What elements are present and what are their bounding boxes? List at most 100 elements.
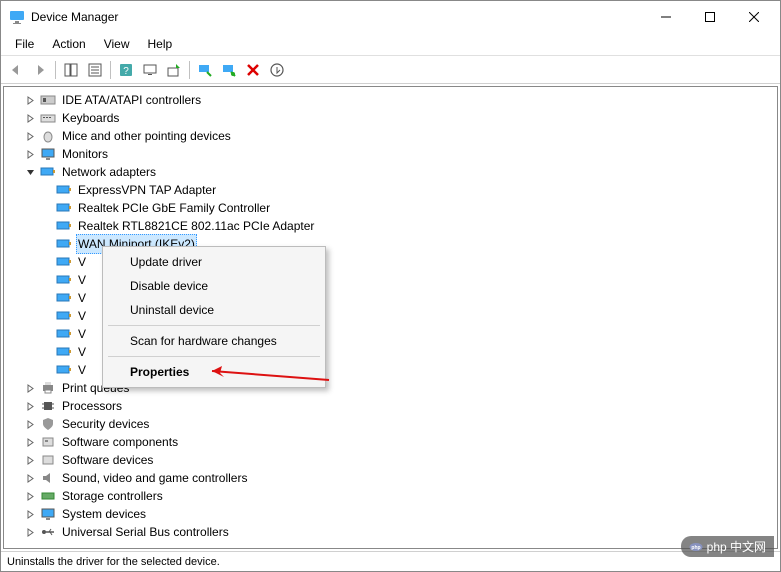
network-adapter-icon: [56, 363, 72, 377]
tree-label: IDE ATA/ATAPI controllers: [60, 91, 203, 109]
network-adapter-icon: [56, 345, 72, 359]
sound-icon: [40, 471, 56, 485]
software-device-icon: [40, 453, 56, 467]
expand-arrow-icon[interactable]: [24, 472, 36, 484]
add-legacy-hardware-button[interactable]: [266, 59, 288, 81]
tree-label: System devices: [60, 505, 148, 523]
forward-button[interactable]: [29, 59, 51, 81]
tree-node-processors[interactable]: Processors: [6, 397, 775, 415]
back-button[interactable]: [5, 59, 27, 81]
system-device-icon: [40, 507, 56, 521]
ctx-uninstall-device[interactable]: Uninstall device: [106, 298, 322, 322]
tree-label: Monitors: [60, 145, 110, 163]
expand-arrow-icon[interactable]: [24, 454, 36, 466]
menu-view[interactable]: View: [96, 35, 138, 53]
tree-label: Storage controllers: [60, 487, 165, 505]
network-adapter-icon: [56, 273, 72, 287]
uninstall-device-button[interactable]: [242, 59, 264, 81]
update-driver-button[interactable]: [163, 59, 185, 81]
tree-label: Network adapters: [60, 163, 158, 181]
expand-arrow-icon[interactable]: [24, 130, 36, 142]
expand-arrow-icon[interactable]: [24, 418, 36, 430]
tree-label: Sound, video and game controllers: [60, 469, 249, 487]
window-title: Device Manager: [31, 10, 644, 24]
menu-file[interactable]: File: [7, 35, 42, 53]
help-button[interactable]: ?: [115, 59, 137, 81]
tree-label: Realtek RTL8821CE 802.11ac PCIe Adapter: [76, 217, 316, 235]
expand-arrow-icon[interactable]: [24, 382, 36, 394]
tree-label: Software components: [60, 433, 180, 451]
menu-help[interactable]: Help: [140, 35, 181, 53]
tree-node-sw-devices[interactable]: Software devices: [6, 451, 775, 469]
tree-label: V: [76, 307, 88, 325]
app-icon: [9, 9, 25, 25]
tree-label: V: [76, 271, 88, 289]
toolbar-separator: [55, 61, 56, 79]
storage-icon: [40, 489, 56, 503]
printer-icon: [40, 381, 56, 395]
network-adapter-icon: [56, 255, 72, 269]
tree-node-net-adapter[interactable]: Realtek RTL8821CE 802.11ac PCIe Adapter: [6, 217, 775, 235]
menu-action[interactable]: Action: [44, 35, 93, 53]
tree-node-sw-components[interactable]: Software components: [6, 433, 775, 451]
maximize-button[interactable]: [688, 1, 732, 33]
tree-label: V: [76, 325, 88, 343]
svg-text:?: ?: [123, 66, 129, 77]
tree-node-ide[interactable]: IDE ATA/ATAPI controllers: [6, 91, 775, 109]
tree-label: ExpressVPN TAP Adapter: [76, 181, 218, 199]
tree-label: V: [76, 361, 88, 379]
properties-button[interactable]: [84, 59, 106, 81]
expand-arrow-icon[interactable]: [24, 148, 36, 160]
ctx-update-driver[interactable]: Update driver: [106, 250, 322, 274]
tree-node-net-adapter[interactable]: ExpressVPN TAP Adapter: [6, 181, 775, 199]
show-hide-tree-button[interactable]: [60, 59, 82, 81]
mouse-icon: [40, 129, 56, 143]
svg-text:php: php: [691, 545, 700, 551]
tree-node-usb[interactable]: Universal Serial Bus controllers: [6, 523, 775, 541]
tree-label: V: [76, 289, 88, 307]
tree-node-sound[interactable]: Sound, video and game controllers: [6, 469, 775, 487]
tree-label: Processors: [60, 397, 124, 415]
security-icon: [40, 417, 56, 431]
close-button[interactable]: [732, 1, 776, 33]
expand-arrow-icon[interactable]: [24, 436, 36, 448]
usb-icon: [40, 525, 56, 539]
toolbar-separator: [110, 61, 111, 79]
tree-label: Mice and other pointing devices: [60, 127, 233, 145]
expand-arrow-icon[interactable]: [24, 112, 36, 124]
tree-node-storage[interactable]: Storage controllers: [6, 487, 775, 505]
ctx-disable-device[interactable]: Disable device: [106, 274, 322, 298]
minimize-button[interactable]: [644, 1, 688, 33]
disable-device-button[interactable]: [218, 59, 240, 81]
keyboard-icon: [40, 111, 56, 125]
tree-node-network[interactable]: Network adapters: [6, 163, 775, 181]
tree-label: Security devices: [60, 415, 151, 433]
status-text: Uninstalls the driver for the selected d…: [7, 556, 220, 568]
tree-node-keyboards[interactable]: Keyboards: [6, 109, 775, 127]
tree-node-monitors[interactable]: Monitors: [6, 145, 775, 163]
expand-arrow-icon[interactable]: [24, 94, 36, 106]
network-adapter-icon: [56, 291, 72, 305]
tree-node-mice[interactable]: Mice and other pointing devices: [6, 127, 775, 145]
network-adapter-icon: [56, 309, 72, 323]
tree-node-net-adapter[interactable]: Realtek PCIe GbE Family Controller: [6, 199, 775, 217]
tree-node-system[interactable]: System devices: [6, 505, 775, 523]
monitor-icon: [40, 147, 56, 161]
expand-arrow-icon[interactable]: [24, 400, 36, 412]
expand-arrow-icon[interactable]: [24, 508, 36, 520]
network-adapter-icon: [56, 219, 72, 233]
tree-label: V: [76, 253, 88, 271]
expand-arrow-icon[interactable]: [24, 526, 36, 538]
tree-node-security[interactable]: Security devices: [6, 415, 775, 433]
device-tree-panel: IDE ATA/ATAPI controllers Keyboards Mice…: [3, 86, 778, 549]
ctx-scan-hardware[interactable]: Scan for hardware changes: [106, 329, 322, 353]
tree-label: Software devices: [60, 451, 155, 469]
collapse-arrow-icon[interactable]: [24, 166, 36, 178]
toolbar: ?: [1, 56, 780, 84]
enable-device-button[interactable]: [194, 59, 216, 81]
software-component-icon: [40, 435, 56, 449]
network-adapter-icon: [56, 327, 72, 341]
expand-arrow-icon[interactable]: [24, 490, 36, 502]
processor-icon: [40, 399, 56, 413]
scan-hardware-button[interactable]: [139, 59, 161, 81]
